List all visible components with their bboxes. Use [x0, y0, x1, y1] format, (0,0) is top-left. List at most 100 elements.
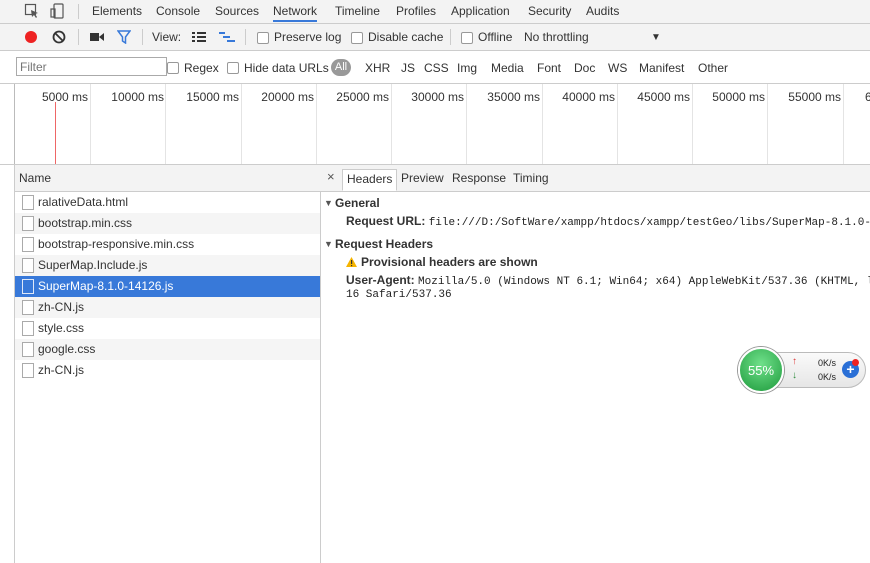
- clear-icon[interactable]: [52, 30, 66, 44]
- timeline-gridline: [843, 84, 844, 164]
- request-list-pane: Name ralativeData.html bootstrap.min.css…: [14, 165, 321, 563]
- chevron-down-icon[interactable]: ▼: [651, 32, 661, 43]
- capture-screenshots-icon[interactable]: [90, 32, 104, 42]
- filter-type-doc[interactable]: Doc: [574, 61, 595, 75]
- timeline-tick-label: 10000 ms: [111, 90, 164, 104]
- toolbar-separator: [142, 29, 143, 45]
- preserve-log-label[interactable]: Preserve log: [274, 30, 341, 44]
- request-headers-section-title[interactable]: Request Headers: [335, 237, 433, 251]
- request-rows: ralativeData.html bootstrap.min.css boot…: [15, 192, 320, 381]
- request-name: google.css: [38, 342, 96, 356]
- close-icon[interactable]: ×: [327, 169, 335, 184]
- expand-triangle-icon[interactable]: ▼: [324, 198, 333, 208]
- timeline-gridline: [617, 84, 618, 164]
- filter-type-font[interactable]: Font: [537, 61, 561, 75]
- filter-type-media[interactable]: Media: [491, 61, 524, 75]
- offline-checkbox[interactable]: [461, 32, 473, 44]
- filter-type-js[interactable]: JS: [401, 61, 415, 75]
- inspect-element-icon[interactable]: [24, 3, 40, 19]
- toolbar-separator: [245, 29, 246, 45]
- request-row[interactable]: zh-CN.js: [15, 297, 320, 318]
- filter-type-other[interactable]: Other: [698, 61, 728, 75]
- tab-preview[interactable]: Preview: [401, 171, 444, 185]
- file-icon: [22, 195, 34, 210]
- tab-profiles[interactable]: Profiles: [396, 0, 436, 22]
- request-row[interactable]: bootstrap.min.css: [15, 213, 320, 234]
- timeline-overview[interactable]: 5000 ms 10000 ms 15000 ms 20000 ms 25000…: [0, 84, 870, 165]
- toolbar-separator: [78, 29, 79, 45]
- timeline-gridline: [466, 84, 467, 164]
- request-row[interactable]: bootstrap-responsive.min.css: [15, 234, 320, 255]
- tab-security[interactable]: Security: [528, 0, 571, 22]
- tab-audits[interactable]: Audits: [586, 0, 619, 22]
- network-speed-widget[interactable]: ↑ ↓ 0K/s 0K/s 55% +: [738, 347, 866, 393]
- timeline-gridline: [692, 84, 693, 164]
- file-icon: [22, 216, 34, 231]
- filter-type-ws[interactable]: WS: [608, 61, 627, 75]
- tab-network[interactable]: Network: [273, 0, 318, 22]
- tab-timeline[interactable]: Timeline: [335, 0, 380, 22]
- hide-data-urls-label[interactable]: Hide data URLs: [244, 61, 329, 75]
- download-arrow-icon: ↓: [792, 370, 797, 381]
- tab-elements[interactable]: Elements: [92, 0, 142, 22]
- filter-type-all[interactable]: All: [331, 59, 351, 76]
- filter-bar: Regex Hide data URLs All XHR JS CSS Img …: [0, 51, 870, 84]
- waterfall-overview-icon[interactable]: [219, 31, 235, 43]
- request-name: SuperMap.Include.js: [38, 258, 148, 272]
- request-row[interactable]: zh-CN.js: [15, 360, 320, 381]
- memory-usage-gauge[interactable]: 55%: [738, 347, 784, 393]
- offline-label[interactable]: Offline: [478, 30, 512, 44]
- load-event-marker: [55, 102, 56, 164]
- general-section-title[interactable]: General: [335, 196, 380, 210]
- toolbar-separator: [450, 29, 451, 45]
- disable-cache-label[interactable]: Disable cache: [368, 30, 443, 44]
- device-mode-icon[interactable]: [50, 3, 66, 19]
- tab-application[interactable]: Application: [451, 0, 510, 22]
- upload-speed: 0K/s: [818, 358, 837, 368]
- record-icon[interactable]: [24, 30, 38, 44]
- timeline-gridline: [165, 84, 166, 164]
- request-url-key: Request URL:: [346, 214, 426, 228]
- throttling-select[interactable]: No throttling: [524, 30, 589, 44]
- filter-type-manifest[interactable]: Manifest: [639, 61, 684, 75]
- filter-type-css[interactable]: CSS: [424, 61, 449, 75]
- timeline-gridline: [316, 84, 317, 164]
- large-rows-icon[interactable]: [192, 31, 206, 43]
- hide-data-urls-checkbox[interactable]: [227, 62, 239, 74]
- tab-console[interactable]: Console: [156, 0, 200, 22]
- filter-type-img[interactable]: Img: [457, 61, 477, 75]
- filter-icon[interactable]: [117, 30, 131, 44]
- tabbar-separator: [78, 4, 79, 19]
- request-row-selected[interactable]: SuperMap-8.1.0-14126.js: [15, 276, 320, 297]
- request-row[interactable]: style.css: [15, 318, 320, 339]
- regex-checkbox[interactable]: [167, 62, 179, 74]
- user-agent-value: Mozilla/5.0 (Windows NT 6.1; Win64; x64)…: [418, 276, 870, 288]
- devtools-tabbar: Elements Console Sources Network Timelin…: [0, 0, 870, 24]
- name-column-header[interactable]: Name: [15, 165, 320, 192]
- tab-headers[interactable]: Headers: [342, 169, 398, 191]
- network-toolbar: View: Preserve log Disable cache Offline…: [0, 24, 870, 51]
- filter-type-xhr[interactable]: XHR: [365, 61, 390, 75]
- expand-triangle-icon[interactable]: ▼: [324, 239, 333, 249]
- request-name: SuperMap-8.1.0-14126.js: [38, 279, 174, 293]
- request-name: style.css: [38, 321, 85, 335]
- tab-response[interactable]: Response: [452, 171, 506, 185]
- timeline-tick-label: 55000 ms: [788, 90, 841, 104]
- request-url-value: file:///D:/SoftWare/xampp/htdocs/xampp/t…: [428, 217, 870, 229]
- timeline-gridline: [241, 84, 242, 164]
- regex-label[interactable]: Regex: [184, 61, 219, 75]
- request-row[interactable]: ralativeData.html: [15, 192, 320, 213]
- request-row[interactable]: google.css: [15, 339, 320, 360]
- file-icon: [22, 237, 34, 252]
- request-name: zh-CN.js: [38, 363, 85, 377]
- disable-cache-checkbox[interactable]: [351, 32, 363, 44]
- view-label: View:: [152, 30, 182, 44]
- filter-input[interactable]: [16, 57, 167, 76]
- timeline-left-edge: [14, 84, 15, 164]
- request-row[interactable]: SuperMap.Include.js: [15, 255, 320, 276]
- tab-timing[interactable]: Timing: [513, 171, 549, 185]
- timeline-tick-label: 50000 ms: [712, 90, 765, 104]
- preserve-log-checkbox[interactable]: [257, 32, 269, 44]
- timeline-tick-label: 15000 ms: [186, 90, 239, 104]
- tab-sources[interactable]: Sources: [215, 0, 259, 22]
